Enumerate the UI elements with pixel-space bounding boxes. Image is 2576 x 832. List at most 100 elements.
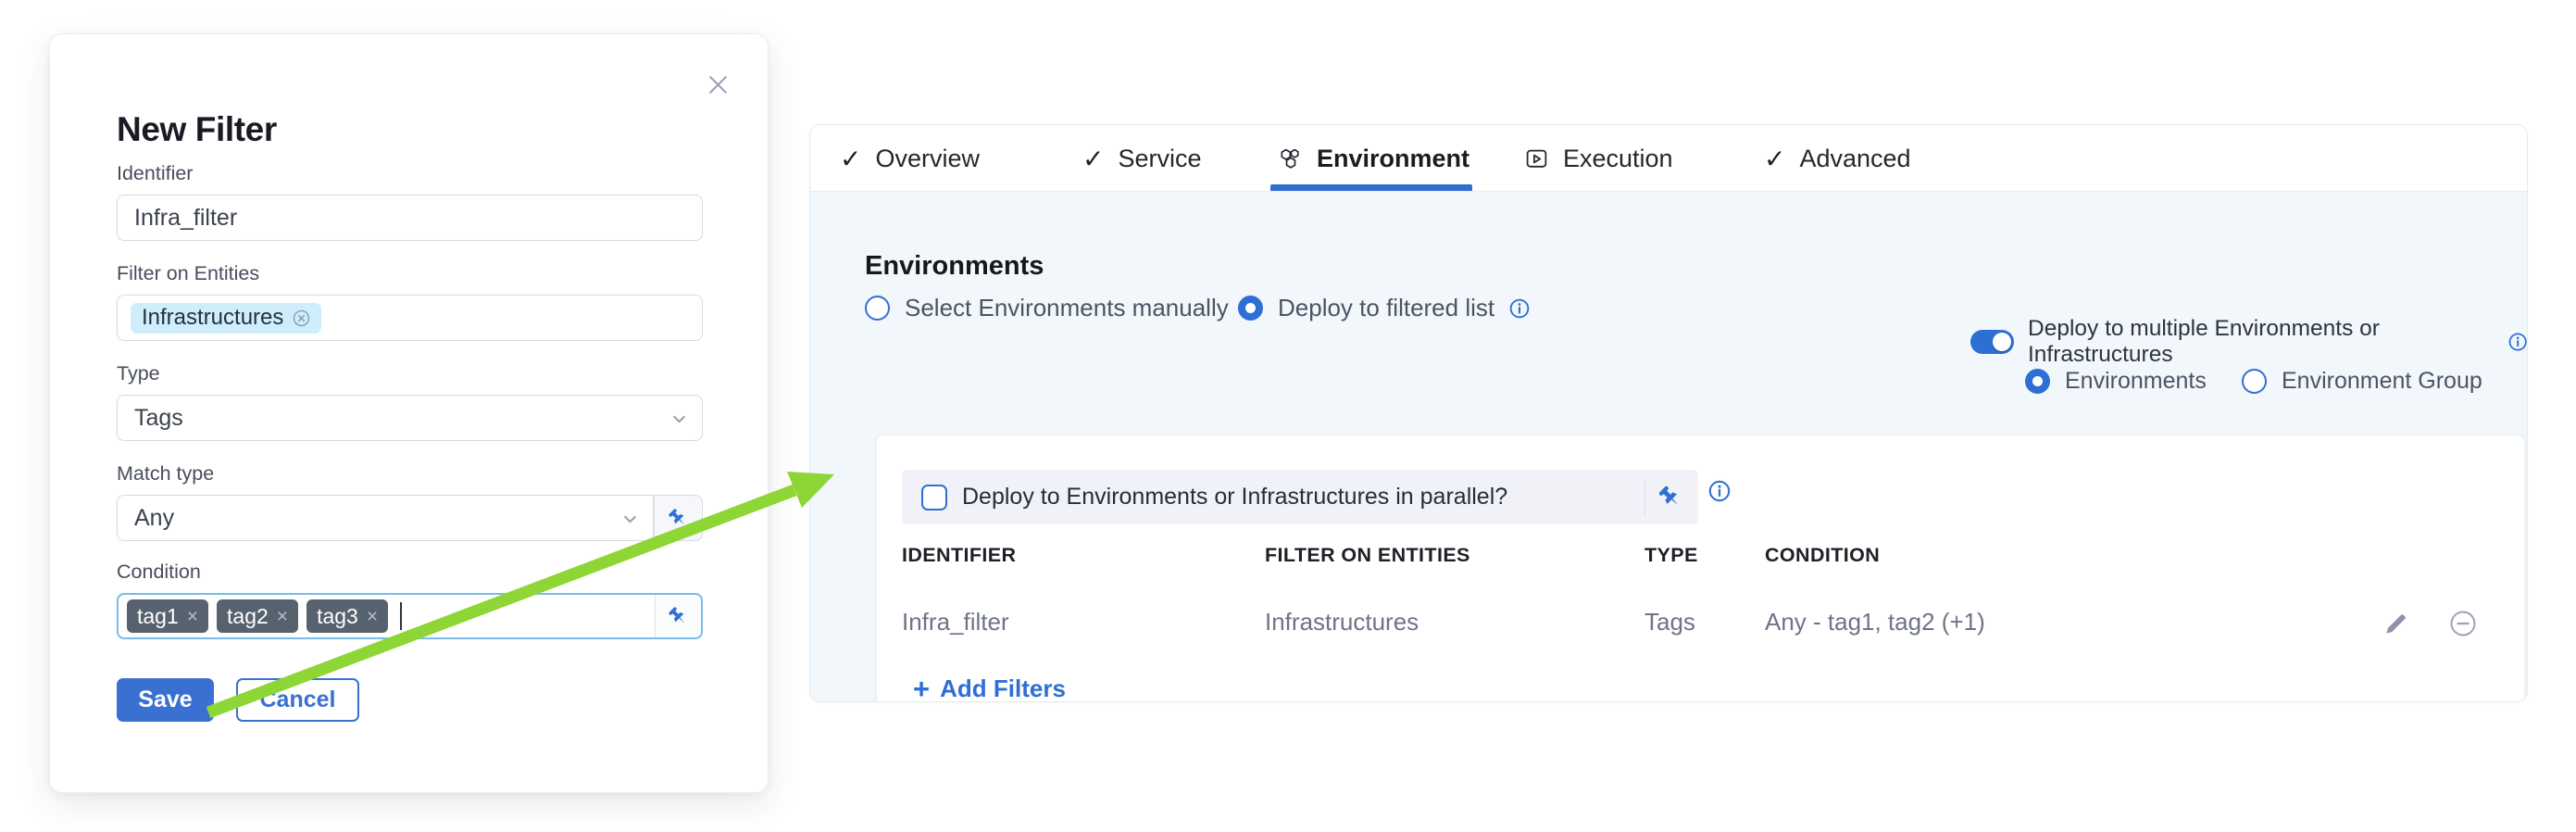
tab-label: Execution — [1563, 145, 1673, 173]
condition-tag-chip[interactable]: tag1 × — [127, 599, 208, 633]
radio-environment-group[interactable]: Environment Group — [2242, 368, 2482, 395]
tab-environment[interactable]: Environment — [1278, 125, 1469, 192]
header-condition: CONDITION — [1765, 544, 1880, 567]
plus-icon: + — [913, 674, 930, 702]
toggle-knob — [1993, 333, 2011, 351]
filter-on-entities-field: Filter on Entities Infrastructures — [117, 262, 703, 341]
parallel-label: Deploy to Environments or Infrastructure… — [962, 484, 1507, 511]
info-icon[interactable] — [2508, 332, 2527, 352]
add-filters-button[interactable]: + Add Filters — [913, 674, 1066, 702]
type-label: Type — [117, 362, 703, 385]
header-type: TYPE — [1644, 544, 1698, 567]
radio-icon[interactable] — [2025, 369, 2050, 394]
parallel-checkbox-bar: Deploy to Environments or Infrastructure… — [902, 470, 1698, 524]
execution-icon — [1524, 146, 1549, 171]
filters-card: Deploy to Environments or Infrastructure… — [876, 435, 2525, 702]
text-cursor — [400, 602, 402, 630]
pin-icon — [667, 605, 690, 628]
condition-tag-chip[interactable]: tag2 × — [217, 599, 298, 633]
condition-tag-chip[interactable]: tag3 × — [306, 599, 388, 633]
radio-select-environments-manually[interactable]: Select Environments manually — [865, 294, 1229, 322]
minus-circle-icon — [2449, 610, 2477, 637]
tag-label: tag1 — [137, 604, 179, 629]
parallel-info-button[interactable] — [1708, 480, 1731, 502]
identifier-value: Infra_filter — [134, 205, 237, 232]
filters-table-header: IDENTIFIER FILTER ON ENTITIES TYPE CONDI… — [877, 544, 2524, 570]
radio-label: Environments — [2065, 368, 2207, 395]
type-select[interactable]: Tags — [117, 395, 703, 441]
new-filter-modal: New Filter Identifier Infra_filter Filte… — [49, 33, 769, 793]
environment-tab-content: Environments Select Environments manuall… — [810, 192, 2527, 701]
tag-label: tag2 — [227, 604, 269, 629]
pencil-icon — [2382, 610, 2410, 637]
remove-entity-icon[interactable] — [293, 309, 310, 327]
radio-label: Select Environments manually — [905, 294, 1229, 322]
remove-filter-button[interactable] — [2449, 610, 2477, 637]
tab-advanced[interactable]: ✓ Advanced — [1764, 125, 1911, 192]
radio-deploy-to-filtered-list[interactable]: Deploy to filtered list — [1238, 294, 1530, 322]
radio-icon[interactable] — [1238, 296, 1263, 321]
row-identifier: Infra_filter — [902, 608, 1009, 637]
remove-tag-icon[interactable]: × — [277, 607, 288, 626]
type-value: Tags — [134, 405, 183, 432]
row-condition: Any - tag1, tag2 (+1) — [1765, 608, 1985, 637]
radio-icon[interactable] — [2242, 369, 2267, 394]
chevron-down-icon — [620, 509, 640, 536]
check-icon: ✓ — [840, 144, 861, 174]
toggle-label: Deploy to multiple Environments or Infra… — [2028, 316, 2495, 368]
divider — [1644, 479, 1645, 515]
match-type-label: Match type — [117, 462, 703, 485]
condition-input[interactable]: tag1 × tag2 × tag3 × — [117, 593, 703, 639]
active-tab-underline — [1270, 184, 1472, 191]
condition-field: Condition tag1 × tag2 × tag3 × — [117, 561, 703, 639]
radio-icon[interactable] — [865, 296, 890, 321]
pipeline-stage-panel: ✓ Overview ✓ Service Environment Executi… — [809, 124, 2528, 702]
edit-filter-button[interactable] — [2382, 610, 2410, 637]
modal-title: New Filter — [117, 110, 277, 149]
cancel-button[interactable]: Cancel — [236, 678, 359, 722]
remove-tag-icon[interactable]: × — [367, 607, 378, 626]
entities-chip-label: Infrastructures — [142, 305, 283, 331]
entities-chip[interactable]: Infrastructures — [131, 303, 321, 334]
type-field: Type Tags — [117, 362, 703, 441]
match-type-field: Match type Any — [117, 462, 703, 541]
add-filters-label: Add Filters — [940, 674, 1066, 702]
deploy-multiple-toggle-row: Deploy to multiple Environments or Infra… — [1970, 316, 2527, 368]
pin-icon — [1657, 484, 1684, 511]
table-row: Infra_filter Infrastructures Tags Any - … — [877, 608, 2524, 645]
match-type-value: Any — [134, 505, 174, 532]
filter-on-entities-input[interactable]: Infrastructures — [117, 295, 703, 341]
tag-label: tag3 — [317, 604, 358, 629]
parallel-checkbox[interactable] — [921, 485, 947, 511]
info-icon[interactable] — [1509, 298, 1530, 319]
pin-icon — [667, 507, 690, 530]
condition-pin-button[interactable] — [655, 595, 701, 637]
close-icon[interactable] — [705, 71, 731, 97]
environments-heading: Environments — [865, 251, 1044, 282]
match-type-select[interactable]: Any — [117, 495, 654, 541]
row-filter-on-entities: Infrastructures — [1265, 608, 1419, 637]
check-icon: ✓ — [1082, 144, 1104, 174]
deploy-multiple-toggle[interactable] — [1970, 330, 2014, 354]
environment-icon — [1278, 146, 1303, 171]
identifier-label: Identifier — [117, 162, 703, 185]
tab-overview[interactable]: ✓ Overview — [840, 125, 980, 192]
header-identifier: IDENTIFIER — [902, 544, 1016, 567]
radio-label: Environment Group — [2282, 368, 2482, 395]
match-type-pin-button[interactable] — [654, 495, 703, 541]
info-icon — [1708, 480, 1731, 502]
tab-service[interactable]: ✓ Service — [1082, 125, 1202, 192]
tab-execution[interactable]: Execution — [1524, 125, 1673, 192]
save-button[interactable]: Save — [117, 678, 214, 722]
check-icon: ✓ — [1764, 144, 1785, 174]
tab-label: Service — [1118, 145, 1201, 173]
modal-actions: Save Cancel — [117, 678, 359, 722]
stage-tabs: ✓ Overview ✓ Service Environment Executi… — [810, 125, 2527, 192]
page: { "colors": { "accent_blue": "#2f6fd4", … — [0, 0, 2576, 832]
tab-label: Advanced — [1799, 145, 1910, 173]
radio-environments[interactable]: Environments — [2025, 368, 2207, 395]
parallel-pin-button[interactable] — [1656, 483, 1685, 512]
remove-tag-icon[interactable]: × — [187, 607, 198, 626]
identifier-input[interactable]: Infra_filter — [117, 195, 703, 241]
row-type: Tags — [1644, 608, 1695, 637]
